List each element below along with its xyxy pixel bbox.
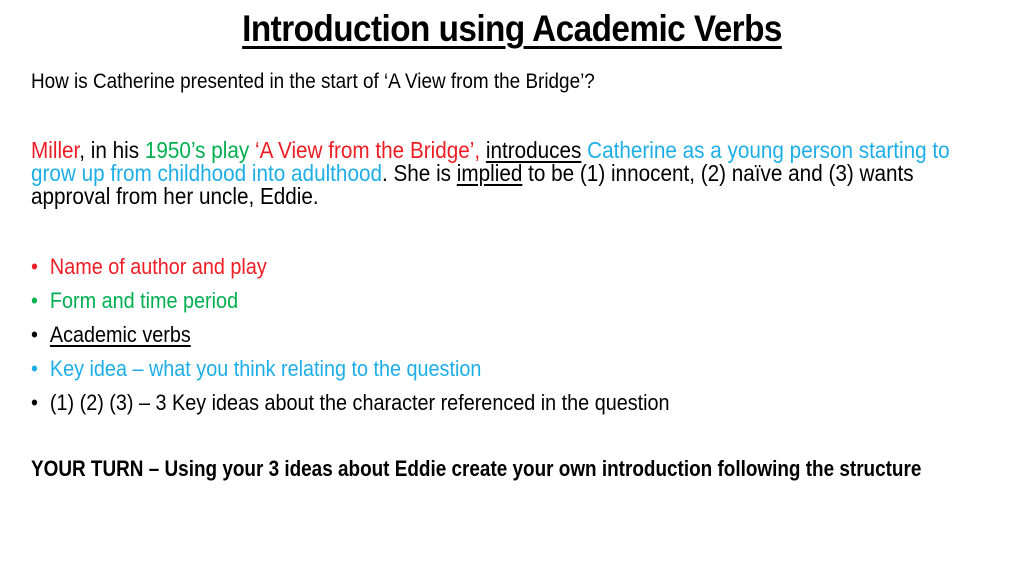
bullet-icon: •	[31, 322, 38, 347]
bullet-icon: •	[31, 254, 38, 279]
bullet-icon: •	[31, 356, 38, 381]
paragraph-text: . She is	[381, 160, 457, 186]
slide-title-text: Introduction using Academic Verbs	[242, 8, 782, 49]
list-item-text: Form and time period	[49, 288, 239, 313]
slide-title: Introduction using Academic Verbs	[51, 8, 973, 50]
list-item: • Form and time period	[31, 287, 670, 321]
list-item: • Academic verbs	[31, 321, 670, 355]
bullet-icon: •	[31, 288, 38, 313]
your-turn-instruction: YOUR TURN – Using your 3 ideas about Edd…	[31, 456, 922, 481]
list-item-text: Academic verbs	[49, 322, 191, 347]
list-item-text: Name of author and play	[49, 254, 267, 279]
question-text: How is Catherine presented in the start …	[31, 70, 595, 93]
academic-verb: implied	[456, 160, 523, 186]
list-item: • Key idea – what you think relating to t…	[31, 355, 670, 389]
list-item: • Name of author and play	[31, 253, 670, 287]
example-paragraph: Miller, in his 1950’s play ‘A View from …	[31, 139, 967, 208]
structure-list: • Name of author and play • Form and time …	[31, 253, 670, 423]
list-item-text: (1) (2) (3) – 3 Key ideas about the char…	[49, 390, 670, 415]
list-item: • (1) (2) (3) – 3 Key ideas about the cha…	[31, 389, 670, 423]
bullet-icon: •	[31, 390, 38, 415]
list-item-text: Key idea – what you think relating to th…	[49, 356, 482, 381]
